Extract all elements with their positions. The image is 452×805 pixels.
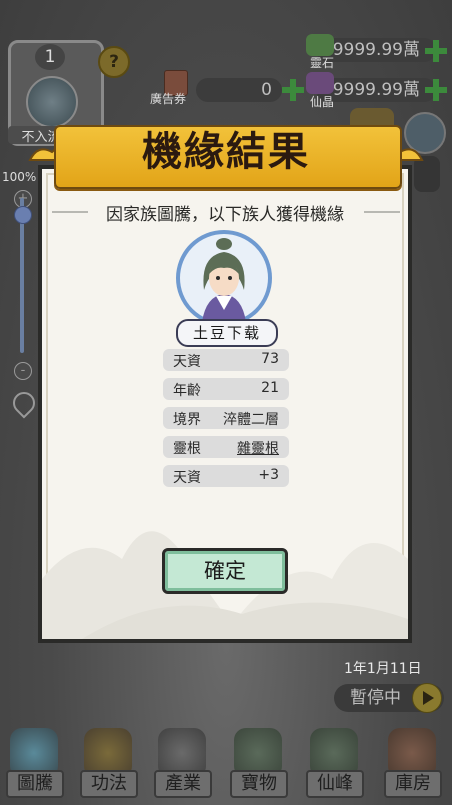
nav-label: 產業 [154,770,212,798]
nav-item-peak[interactable]: 仙峰 [302,722,366,805]
stat-value: 73 [261,351,279,367]
stat-row-aptitude: 天資 73 [163,349,289,371]
spirit-stone-add-button[interactable] [425,40,447,62]
play-icon[interactable] [412,683,442,713]
dialog-subtitle: 因家族圖騰，以下族人獲得機緣 [106,205,344,225]
nav-item-totem[interactable]: 圖騰 [2,722,66,805]
ad-ticket-count: 0 [196,78,282,102]
stat-value: +3 [258,467,279,483]
spirit-root-link[interactable]: 雜靈根 [237,438,279,458]
ad-ticket-label: 廣告券 [150,92,187,106]
zoom-out-button[interactable]: - [14,362,32,380]
nav-label: 寶物 [230,770,288,798]
immortal-crystal-add-button[interactable] [425,79,447,101]
stat-key: 境界 [173,412,201,428]
spirit-stone-label: 靈石 [310,56,335,70]
spirit-stone-icon [306,34,334,56]
stat-value: 淬體二層 [223,412,279,428]
immortal-crystal-icon [306,72,334,94]
clan-orb-icon [26,76,78,128]
clan-rank-badge: 1 [35,44,65,70]
stat-key: 靈根 [173,441,201,457]
confirm-button[interactable]: 確定 [162,548,288,594]
zoom-slider-handle[interactable] [14,206,32,224]
stat-key: 年齡 [173,383,201,399]
bottom-navigation: 圖騰 功法 產業 寶物 仙峰 庫房 [0,722,452,805]
nav-item-technique[interactable]: 功法 [76,722,140,805]
character-name-plate: 土豆下载 [176,319,278,347]
stat-key: 天資 [173,354,201,370]
stat-value: 21 [261,380,279,396]
nav-item-storehouse[interactable]: 庫房 [380,722,444,805]
nav-label: 仙峰 [306,770,364,798]
character-portrait [176,230,272,326]
help-button[interactable]: ? [98,46,130,78]
nav-label: 圖騰 [6,770,64,798]
stat-row-aptitude-bonus: 天資 +3 [163,465,289,487]
nav-label: 功法 [80,770,138,798]
game-date: 1年1月11日 [344,661,422,677]
stat-key: 天資 [173,470,201,486]
stat-row-spirit-root: 靈根 雜靈根 [163,436,289,458]
ad-ticket-add-button[interactable] [282,79,304,101]
dialog-title: 機緣結果 [142,128,310,175]
zoom-percent: 100% [2,170,37,184]
immortal-crystal-label: 仙晶 [310,95,335,109]
nav-item-industry[interactable]: 產業 [150,722,214,805]
stat-row-age: 年齡 21 [163,378,289,400]
subtitle-right-ornament [364,211,400,213]
stat-row-realm: 境界 淬體二層 [163,407,289,429]
ad-ticket-widget: 廣告券 [150,70,194,110]
pause-toggle-button[interactable]: 暫停中 [334,683,444,713]
nav-item-treasure[interactable]: 寶物 [226,722,290,805]
pause-label: 暫停中 [350,688,401,708]
nav-label: 庫房 [384,770,442,798]
